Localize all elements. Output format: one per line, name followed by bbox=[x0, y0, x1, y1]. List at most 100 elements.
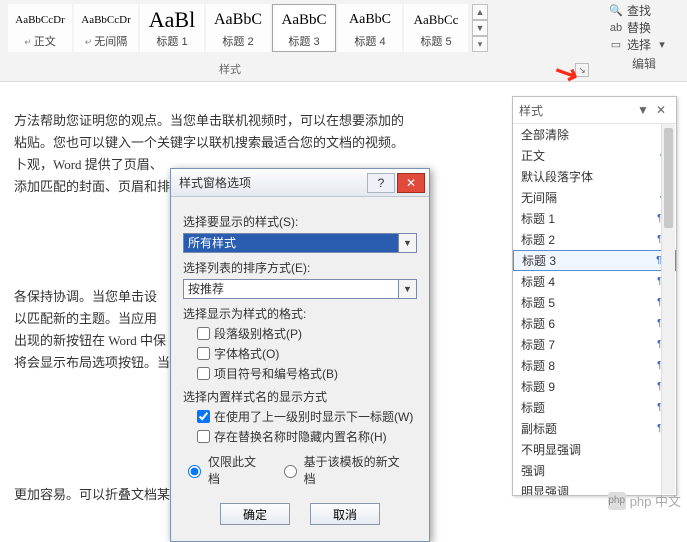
style-preview: AaBbC bbox=[341, 7, 399, 33]
styles-pane-item[interactable]: 无间隔↵ bbox=[513, 187, 676, 208]
cb-next-heading-row[interactable]: 在使用了上一级别时显示下一标题(W) bbox=[197, 408, 417, 425]
dialog-titlebar[interactable]: 样式窗格选项 ? ✕ bbox=[171, 169, 429, 197]
styles-pane-item[interactable]: 标题 1¶a bbox=[513, 208, 676, 229]
style-preview: AaBbCcDr bbox=[11, 7, 69, 33]
scrollbar-thumb[interactable] bbox=[664, 128, 673, 228]
pane-close-icon[interactable]: ✕ bbox=[652, 103, 670, 117]
sort-combo[interactable]: 按推荐 ▼ bbox=[183, 279, 417, 299]
dialog-body: 选择要显示的样式(S): 所有样式 ▼ 选择列表的排序方式(E): 按推荐 ▼ … bbox=[171, 197, 429, 541]
cb-paragraph[interactable] bbox=[197, 327, 210, 340]
gallery-up[interactable]: ▲ bbox=[472, 4, 488, 20]
styles-pane-item[interactable]: 标题 9¶a bbox=[513, 376, 676, 397]
select-icon: ▭ bbox=[609, 38, 623, 51]
show-styles-combo[interactable]: 所有样式 ▼ bbox=[183, 233, 417, 253]
cb-font-row[interactable]: 字体格式(O) bbox=[197, 345, 417, 362]
style-gallery: AaBbCcDr↵正文AaBbCcDr↵无间隔AaBl标题 1AaBbC标题 2… bbox=[8, 4, 468, 52]
style-name: 无间隔 bbox=[521, 189, 650, 206]
cb-paragraph-label: 段落级别格式(P) bbox=[214, 325, 302, 342]
styles-pane-title: 样式 bbox=[519, 102, 543, 119]
style-pane-options-dialog: 样式窗格选项 ? ✕ 选择要显示的样式(S): 所有样式 ▼ 选择列表的排序方式… bbox=[170, 168, 430, 542]
styles-pane-item[interactable]: 标题 5¶a bbox=[513, 292, 676, 313]
cb-hide-alt-row[interactable]: 存在替换名称时隐藏内置名称(H) bbox=[197, 428, 417, 445]
gallery-scroll: ▲ ▼ ▾ bbox=[472, 4, 488, 52]
chevron-down-icon[interactable]: ▼ bbox=[399, 233, 417, 253]
style-name: 标题 6 bbox=[521, 315, 650, 332]
style-tile-0[interactable]: AaBbCcDr↵正文 bbox=[8, 4, 72, 52]
styles-pane-item[interactable]: 标题 2¶a bbox=[513, 229, 676, 250]
style-name: 标题 4 bbox=[521, 273, 650, 290]
cb-next-heading[interactable] bbox=[197, 410, 210, 423]
cb-font-label: 字体格式(O) bbox=[214, 345, 279, 362]
cb-list-row[interactable]: 项目符号和编号格式(B) bbox=[197, 365, 417, 382]
styles-pane-item[interactable]: 副标题¶a bbox=[513, 418, 676, 439]
cancel-button[interactable]: 取消 bbox=[310, 503, 380, 525]
style-tile-label: 标题 1 bbox=[143, 33, 201, 49]
replace-button[interactable]: ab 替换 bbox=[609, 19, 679, 36]
chevron-down-icon[interactable]: ▼ bbox=[399, 279, 417, 299]
style-name: 标题 2 bbox=[521, 231, 650, 248]
dialog-help-button[interactable]: ? bbox=[367, 173, 395, 193]
select-label: 选择 bbox=[627, 36, 651, 53]
replace-label: 替换 bbox=[627, 19, 651, 36]
style-name: 正文 bbox=[521, 147, 650, 164]
style-tile-3[interactable]: AaBbC标题 2 bbox=[206, 4, 270, 52]
gallery-expand[interactable]: ▾ bbox=[472, 36, 488, 52]
ribbon: AaBbCcDr↵正文AaBbCcDr↵无间隔AaBl标题 1AaBbC标题 2… bbox=[0, 0, 687, 82]
style-name: 不明显强调 bbox=[521, 441, 650, 458]
style-tile-label: ↵正文 bbox=[11, 33, 69, 49]
cb-list[interactable] bbox=[197, 367, 210, 380]
document-line: 方法帮助您证明您的观点。当您单击联机视频时，可以在想要添加的 bbox=[14, 110, 466, 132]
style-name: 标题 8 bbox=[521, 357, 650, 374]
styles-pane-item[interactable]: 标题 4¶a bbox=[513, 271, 676, 292]
styles-pane-item[interactable]: 标题 8¶a bbox=[513, 355, 676, 376]
style-tile-2[interactable]: AaBl标题 1 bbox=[140, 4, 204, 52]
cb-font[interactable] bbox=[197, 347, 210, 360]
style-tile-1[interactable]: AaBbCcDr↵无间隔 bbox=[74, 4, 138, 52]
styles-pane-item[interactable]: 强调a bbox=[513, 460, 676, 481]
gallery-down[interactable]: ▼ bbox=[472, 20, 488, 36]
styles-pane-item[interactable]: 默认段落字体a bbox=[513, 166, 676, 187]
style-preview: AaBbCcDr bbox=[77, 7, 135, 33]
radio-this-doc[interactable] bbox=[188, 465, 201, 478]
dialog-close-button[interactable]: ✕ bbox=[397, 173, 425, 193]
cb-paragraph-row[interactable]: 段落级别格式(P) bbox=[197, 325, 417, 342]
styles-pane-item[interactable]: 不明显强调a bbox=[513, 439, 676, 460]
radio-template[interactable] bbox=[284, 465, 297, 478]
builtin-group-label: 选择内置样式名的显示方式 bbox=[183, 388, 417, 405]
style-name: 标题 7 bbox=[521, 336, 650, 353]
watermark-text: php 中文 bbox=[630, 491, 681, 510]
styles-pane-item[interactable]: 标题 6¶a bbox=[513, 313, 676, 334]
styles-pane-item[interactable]: 标题 7¶a bbox=[513, 334, 676, 355]
radio-this-doc-label: 仅限此文档 bbox=[208, 453, 267, 487]
sort-value: 按推荐 bbox=[183, 279, 399, 299]
style-tile-5[interactable]: AaBbC标题 4 bbox=[338, 4, 402, 52]
pane-dropdown-icon[interactable]: ▼ bbox=[634, 103, 652, 117]
style-name: 标题 3 bbox=[522, 252, 649, 269]
dialog-title: 样式窗格选项 bbox=[179, 174, 365, 191]
styles-pane-list: 全部清除正文↵默认段落字体a无间隔↵标题 1¶a标题 2¶a标题 3¶a标题 4… bbox=[513, 123, 676, 495]
styles-pane-item[interactable]: 正文↵ bbox=[513, 145, 676, 166]
sort-label: 选择列表的排序方式(E): bbox=[183, 259, 417, 276]
find-button[interactable]: 🔍 查找 bbox=[609, 2, 679, 19]
watermark: php php 中文 bbox=[608, 491, 681, 510]
show-styles-value: 所有样式 bbox=[183, 233, 399, 253]
styles-pane: 样式 ▼ ✕ 全部清除正文↵默认段落字体a无间隔↵标题 1¶a标题 2¶a标题 … bbox=[512, 96, 677, 496]
style-name: 标题 bbox=[521, 399, 650, 416]
find-icon: 🔍 bbox=[609, 4, 623, 17]
styles-pane-item[interactable]: 标题 3¶a bbox=[513, 250, 676, 271]
cb-hide-alt[interactable] bbox=[197, 430, 210, 443]
style-name: 标题 5 bbox=[521, 294, 650, 311]
style-preview: AaBbC bbox=[275, 7, 333, 33]
style-preview: AaBbCc bbox=[407, 7, 465, 33]
styles-dialog-launcher[interactable]: ↘ bbox=[575, 63, 589, 77]
pane-scrollbar[interactable] bbox=[661, 124, 675, 494]
replace-icon: ab bbox=[609, 22, 623, 34]
styles-pane-item[interactable]: 全部清除 bbox=[513, 124, 676, 145]
select-button[interactable]: ▭ 选择 ▾ bbox=[609, 36, 679, 53]
style-name: 默认段落字体 bbox=[521, 168, 650, 185]
cb-hide-alt-label: 存在替换名称时隐藏内置名称(H) bbox=[214, 428, 387, 445]
ok-button[interactable]: 确定 bbox=[220, 503, 290, 525]
style-tile-6[interactable]: AaBbCc标题 5 bbox=[404, 4, 468, 52]
styles-pane-item[interactable]: 标题¶a bbox=[513, 397, 676, 418]
style-tile-4[interactable]: AaBbC标题 3 bbox=[272, 4, 336, 52]
